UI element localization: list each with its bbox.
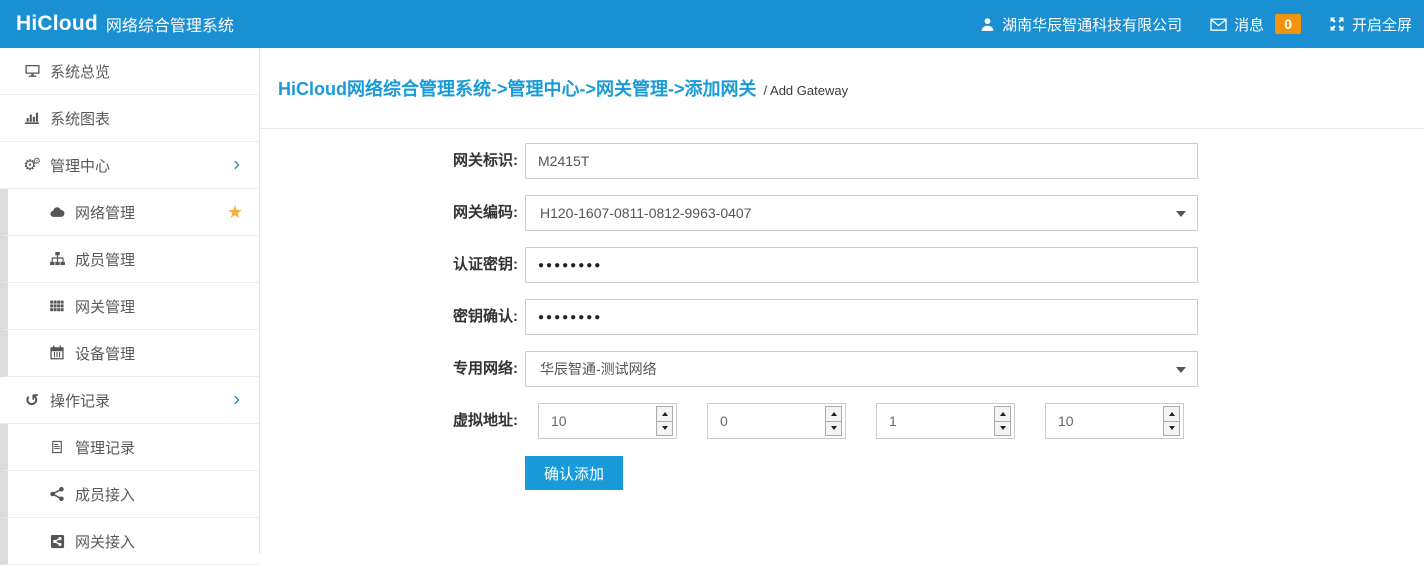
- sidebar-item-label: 管理记录: [75, 437, 135, 458]
- sidebar-item-label: 管理中心: [50, 155, 110, 176]
- auth-key-label: 认证密钥:: [425, 247, 518, 283]
- private-network-value: 华辰智通-测试网络: [540, 359, 657, 379]
- fullscreen-label: 开启全屏: [1352, 14, 1412, 35]
- share-square-icon: [47, 534, 67, 549]
- spin-down-button[interactable]: [657, 422, 672, 436]
- sidebar-item-member-access[interactable]: 成员接入: [0, 471, 259, 518]
- sidebar-item-label: 成员管理: [75, 249, 135, 270]
- auth-key-input[interactable]: [525, 247, 1198, 283]
- caret-down-icon: [1176, 211, 1186, 217]
- caret-down-icon: [1176, 367, 1186, 373]
- chevron-right-icon: [231, 160, 242, 171]
- confirm-add-button[interactable]: 确认添加: [525, 456, 623, 490]
- company-name: 湖南华辰智通科技有限公司: [1002, 14, 1182, 35]
- key-confirm-input[interactable]: [525, 299, 1198, 335]
- vip-octet-1-input[interactable]: 10: [538, 403, 677, 439]
- sitemap-icon: [47, 251, 67, 267]
- sidebar: 系统总览 系统图表 ⚙⚙ 管理中心 网络管理 ★ 成员管理: [0, 48, 260, 554]
- spin-down-button[interactable]: [826, 422, 841, 436]
- messages-label: 消息: [1234, 14, 1264, 35]
- form-row-auth-key: 认证密钥:: [425, 247, 1424, 283]
- number-spinner: [1163, 406, 1180, 436]
- cloud-icon: [47, 205, 67, 220]
- messages-menu[interactable]: 消息 0: [1210, 14, 1301, 35]
- number-spinner: [825, 406, 842, 436]
- gateway-id-label: 网关标识:: [425, 143, 518, 179]
- spin-up-button[interactable]: [657, 407, 672, 422]
- sidebar-item-label: 成员接入: [75, 484, 135, 505]
- vip-octet-2-value: 0: [720, 413, 728, 429]
- sidebar-item-admin-records[interactable]: 管理记录: [0, 424, 259, 471]
- spin-up-button[interactable]: [826, 407, 841, 422]
- bar-chart-icon: [22, 110, 42, 126]
- vip-octet-4-input[interactable]: 10: [1045, 403, 1184, 439]
- spin-up-button[interactable]: [995, 407, 1010, 422]
- vip-octet-4-value: 10: [1058, 413, 1074, 429]
- sidebar-item-label: 设备管理: [75, 343, 135, 364]
- vip-octet-3-input[interactable]: 1: [876, 403, 1015, 439]
- gateway-code-value: H120-1607-0811-0812-9963-0407: [540, 205, 751, 221]
- gateway-code-select[interactable]: H120-1607-0811-0812-9963-0407: [525, 195, 1198, 231]
- topbar: HiCloud 网络综合管理系统 湖南华辰智通科技有限公司 消息 0: [0, 0, 1424, 48]
- sidebar-item-system-charts[interactable]: 系统图表: [0, 95, 259, 142]
- envelope-icon: [1210, 17, 1227, 32]
- desktop-icon: [22, 63, 42, 79]
- form-row-gateway-id: 网关标识:: [425, 143, 1424, 179]
- number-spinner: [994, 406, 1011, 436]
- sidebar-item-label: 网络管理: [75, 202, 135, 223]
- fullscreen-icon: [1329, 16, 1345, 32]
- sidebar-item-device-management[interactable]: 设备管理: [0, 330, 259, 377]
- form-row-gateway-code: 网关编码: H120-1607-0811-0812-9963-0407: [425, 195, 1424, 231]
- spin-down-button[interactable]: [995, 422, 1010, 436]
- virtual-address-label: 虚拟地址:: [425, 403, 518, 439]
- spin-up-button[interactable]: [1164, 407, 1179, 422]
- form-row-key-confirm: 密钥确认:: [425, 299, 1424, 335]
- number-spinner: [656, 406, 673, 436]
- share-icon: [47, 486, 67, 502]
- star-icon[interactable]: ★: [227, 203, 243, 221]
- private-network-label: 专用网络:: [425, 351, 518, 387]
- sidebar-item-label: 网关接入: [75, 531, 135, 552]
- breadcrumb: HiCloud网络综合管理系统->管理中心->网关管理->添加网关: [278, 75, 757, 101]
- spin-down-button[interactable]: [1164, 422, 1179, 436]
- user-icon: [980, 17, 995, 32]
- sidebar-item-system-overview[interactable]: 系统总览: [0, 48, 259, 95]
- company-menu[interactable]: 湖南华辰智通科技有限公司: [980, 14, 1182, 35]
- sidebar-item-gateway-access[interactable]: 网关接入: [0, 518, 259, 565]
- vip-octet-2-input[interactable]: 0: [707, 403, 846, 439]
- page-header: HiCloud网络综合管理系统->管理中心->网关管理->添加网关 / Add …: [261, 48, 1424, 129]
- gateway-code-label: 网关编码:: [425, 195, 518, 231]
- sidebar-item-label: 系统图表: [50, 108, 110, 129]
- breadcrumb-subtitle: / Add Gateway: [764, 79, 849, 98]
- grid-icon: [47, 298, 67, 314]
- sidebar-item-label: 系统总览: [50, 61, 110, 82]
- sidebar-item-label: 网关管理: [75, 296, 135, 317]
- private-network-select[interactable]: 华辰智通-测试网络: [525, 351, 1198, 387]
- document-icon: [47, 439, 67, 455]
- history-icon: ↺: [22, 392, 42, 409]
- sidebar-item-label: 操作记录: [50, 390, 110, 411]
- app-title: 网络综合管理系统: [106, 12, 234, 36]
- add-gateway-form: 网关标识: 网关编码: H120-1607-0811-0812-9963-040…: [261, 129, 1424, 490]
- sidebar-item-admin-center[interactable]: ⚙⚙ 管理中心: [0, 142, 259, 189]
- gateway-id-input[interactable]: [525, 143, 1198, 179]
- chevron-right-icon: [231, 395, 242, 406]
- gears-icon: ⚙⚙: [22, 158, 42, 173]
- messages-count-badge: 0: [1275, 14, 1301, 34]
- form-row-private-network: 专用网络: 华辰智通-测试网络: [425, 351, 1424, 387]
- app-logo: HiCloud: [16, 12, 98, 36]
- fullscreen-toggle[interactable]: 开启全屏: [1329, 14, 1412, 35]
- main-content: HiCloud网络综合管理系统->管理中心->网关管理->添加网关 / Add …: [261, 48, 1424, 554]
- calendar-icon: [47, 345, 67, 361]
- form-row-virtual-address: 虚拟地址: 10 0 1: [425, 403, 1424, 439]
- vip-octet-3-value: 1: [889, 413, 897, 429]
- vip-octet-1-value: 10: [551, 413, 567, 429]
- key-confirm-label: 密钥确认:: [425, 299, 518, 335]
- sidebar-item-gateway-management[interactable]: 网关管理: [0, 283, 259, 330]
- virtual-address-group: 10 0 1: [525, 403, 1184, 439]
- sidebar-item-operation-records[interactable]: ↺ 操作记录: [0, 377, 259, 424]
- sidebar-item-member-management[interactable]: 成员管理: [0, 236, 259, 283]
- sidebar-item-network-management[interactable]: 网络管理 ★: [0, 189, 259, 236]
- topbar-right: 湖南华辰智通科技有限公司 消息 0 开启全屏: [980, 14, 1412, 35]
